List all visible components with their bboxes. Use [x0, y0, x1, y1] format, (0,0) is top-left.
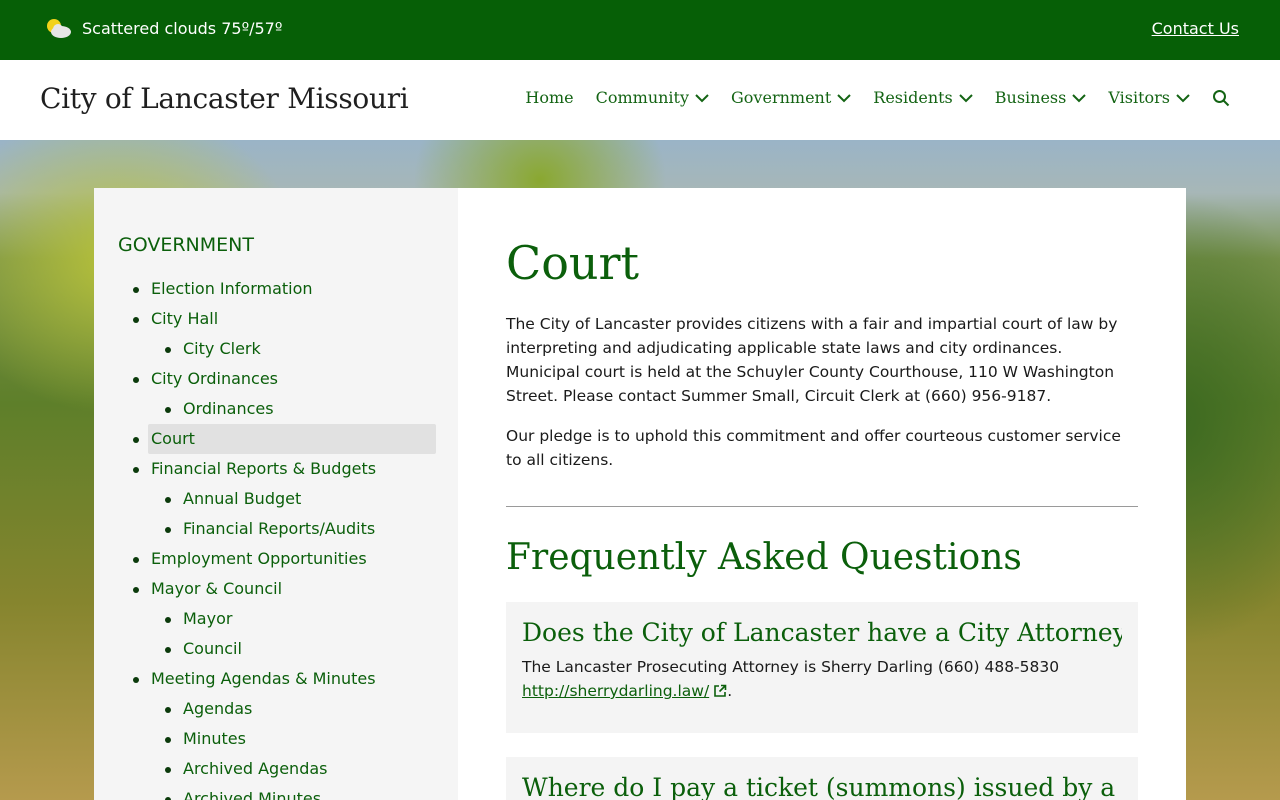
external-link-icon [714, 684, 727, 697]
sidebar-item-label: Financial Reports/Audits [183, 519, 376, 538]
faq-question: Where do I pay a ticket (summons) issued… [522, 773, 1116, 800]
sidebar-item-council[interactable]: Council [118, 634, 434, 664]
page-title: Court [506, 236, 639, 290]
pledge-paragraph: Our pledge is to uphold this commitment … [506, 427, 1121, 469]
faq-item: Does the City of Lancaster have a City A… [506, 602, 1138, 733]
sidebar-item-mayor[interactable]: Mayor [118, 604, 434, 634]
sidebar-item-label: City Hall [151, 309, 219, 328]
faq-question: Does the City of Lancaster have a City A… [522, 618, 1122, 647]
nav-home-label: Home [525, 88, 574, 107]
faq-answer: The Lancaster Prosecuting Attorney is Sh… [522, 655, 1122, 703]
sidebar-item-label: Archived Minutes [183, 789, 322, 800]
faq-answer-suffix: . [727, 682, 733, 700]
contact-us-link[interactable]: Contact Us [1152, 19, 1239, 38]
sidebar-item-ordinances[interactable]: Ordinances [118, 394, 434, 424]
chevron-down-icon [695, 93, 709, 102]
nav-government-label: Government [731, 88, 832, 107]
sidebar-item-financial-reports-budgets[interactable]: Financial Reports & Budgets [118, 454, 434, 484]
sidebar-item-label: Agendas [183, 699, 253, 718]
partly-cloudy-icon [47, 19, 71, 38]
sidebar-item-meeting-agendas-minutes[interactable]: Meeting Agendas & Minutes [118, 664, 434, 694]
nav-government[interactable]: Government [731, 88, 851, 107]
sidebar-item-label: Ordinances [183, 399, 274, 418]
nav-visitors[interactable]: Visitors [1108, 88, 1190, 107]
sidebar-item-archived-minutes[interactable]: Archived Minutes [118, 784, 434, 800]
sidebar-item-minutes[interactable]: Minutes [118, 724, 434, 754]
sidebar-item-label: Archived Agendas [183, 759, 328, 778]
chevron-down-icon [1176, 93, 1190, 102]
sidebar-item-mayor-council[interactable]: Mayor & Council [118, 574, 434, 604]
search-icon[interactable] [1212, 89, 1230, 107]
attorney-website-link[interactable]: http://sherrydarling.law/ [522, 682, 727, 700]
sidebar-item-label: City Ordinances [151, 369, 278, 388]
sidebar-item-annual-budget[interactable]: Annual Budget [118, 484, 434, 514]
sidebar-item-label: Mayor & Council [151, 579, 283, 598]
nav-business-label: Business [994, 88, 1067, 107]
sidebar-item-city-ordinances[interactable]: City Ordinances [118, 364, 434, 394]
sidebar-item-label: Minutes [183, 729, 246, 748]
attorney-link-text: http://sherrydarling.law/ [522, 682, 710, 700]
nav-residents-label: Residents [873, 88, 953, 107]
sidebar-item-agendas[interactable]: Agendas [118, 694, 434, 724]
sidebar-item-label: Employment Opportunities [151, 549, 367, 568]
nav-visitors-label: Visitors [1108, 88, 1170, 107]
site-title[interactable]: City of Lancaster Missouri [40, 82, 409, 115]
content-panel: GOVERNMENT Election Information City Hal… [94, 188, 1186, 800]
sidebar-item-city-clerk[interactable]: City Clerk [118, 334, 434, 364]
sidebar-nav: GOVERNMENT Election Information City Hal… [94, 188, 458, 800]
sidebar-item-label: Meeting Agendas & Minutes [151, 669, 376, 688]
sidebar-item-label: Annual Budget [183, 489, 302, 508]
divider [506, 506, 1138, 507]
nav-business[interactable]: Business [995, 88, 1087, 107]
nav-community[interactable]: Community [596, 88, 709, 107]
weather-widget: Scattered clouds 75º/57º [44, 17, 282, 39]
main-content: Court The City of Lancaster provides cit… [458, 188, 1186, 800]
sidebar-list: Election Information City Hall City Cler… [118, 274, 436, 800]
sidebar-item-employment-opportunities[interactable]: Employment Opportunities [118, 544, 434, 574]
faq-answer-text: The Lancaster Prosecuting Attorney is Sh… [522, 658, 1060, 676]
nav-community-label: Community [595, 88, 690, 107]
sidebar-item-label: Election Information [151, 279, 313, 298]
weather-text: Scattered clouds 75º/57º [82, 18, 283, 38]
sidebar-item-label: Financial Reports & Budgets [151, 459, 377, 478]
sidebar-item-financial-reports-audits[interactable]: Financial Reports/Audits [118, 514, 434, 544]
sidebar-item-label: City Clerk [183, 339, 261, 358]
nav-home[interactable]: Home [525, 88, 573, 107]
intro-paragraph: The City of Lancaster provides citizens … [506, 315, 1118, 405]
sidebar-item-election-information[interactable]: Election Information [118, 274, 434, 304]
site-header: City of Lancaster Missouri Home Communit… [0, 60, 1280, 140]
sidebar-item-label: Mayor [183, 609, 233, 628]
sidebar-item-archived-agendas[interactable]: Archived Agendas [118, 754, 434, 784]
sidebar-item-label: Council [183, 639, 242, 658]
sidebar-item-court[interactable]: Court [118, 424, 436, 454]
top-bar: Scattered clouds 75º/57º Contact Us [0, 0, 1280, 60]
chevron-down-icon [837, 93, 851, 102]
chevron-down-icon [1072, 93, 1087, 102]
faq-item: Where do I pay a ticket (summons) issued… [506, 757, 1138, 800]
sidebar-item-label: Court [148, 424, 436, 454]
faq-heading: Frequently Asked Questions [506, 537, 1022, 578]
sidebar-item-city-hall[interactable]: City Hall [118, 304, 434, 334]
chevron-down-icon [959, 93, 973, 102]
nav-residents[interactable]: Residents [873, 88, 973, 107]
main-nav: Home Community Government Residents Busi… [525, 88, 1230, 107]
sidebar-title: GOVERNMENT [118, 234, 254, 256]
